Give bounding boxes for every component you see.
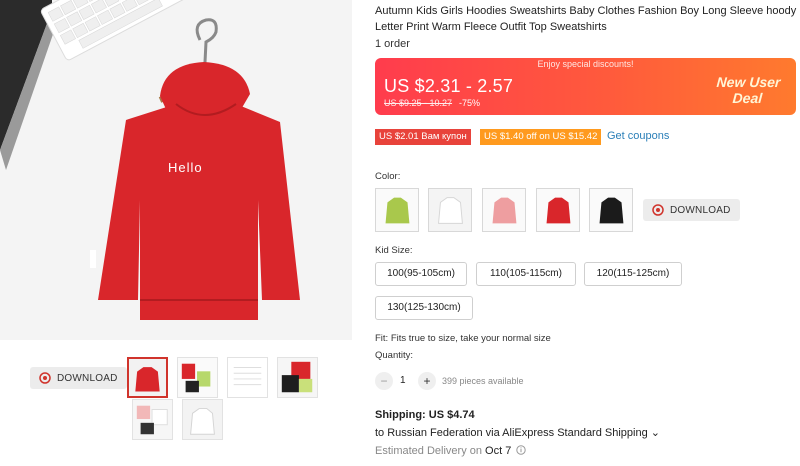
product-photo: Hello (0, 0, 352, 340)
quantity-label: Quantity: (375, 350, 414, 361)
shipping-cost: Shipping: US $4.74 (375, 409, 475, 421)
hoodie-print-text: Hello (168, 160, 203, 175)
size-option-130[interactable]: 130(125-130cm) (375, 296, 473, 320)
download-button[interactable]: DOWNLOAD (30, 367, 127, 389)
badge-line-2: Deal (732, 90, 763, 106)
get-coupons-link[interactable]: Get coupons (607, 130, 669, 142)
price-banner: Enjoy special discounts! US $2.31 - 2.57… (375, 58, 796, 115)
product-title: Autumn Kids Girls Hoodies Sweatshirts Ba… (375, 5, 797, 33)
color-swatch-black[interactable] (589, 188, 633, 232)
thumbnail-3[interactable] (227, 357, 268, 398)
color-swatch-pink[interactable] (482, 188, 526, 232)
download-target-icon (39, 372, 51, 384)
price-range: US $2.31 - 2.57 (384, 76, 514, 96)
coupon-badge-1[interactable]: US $2.01 Вам купон (375, 129, 471, 145)
download-target-icon (652, 204, 664, 216)
color-label: Color: (375, 171, 401, 182)
color-swatch-red[interactable] (536, 188, 580, 232)
size-option-100[interactable]: 100(95-105cm) (375, 262, 467, 286)
quantity-value[interactable]: 1 (400, 375, 406, 386)
color-swatch-green[interactable] (375, 188, 419, 232)
download-label: DOWNLOAD (670, 204, 731, 216)
thumbnail-4[interactable] (277, 357, 318, 398)
order-count: 1 order (375, 38, 410, 50)
quantity-increase-button[interactable]: + (418, 372, 436, 390)
thumbnail-2[interactable] (177, 357, 218, 398)
new-user-deal-badge: New User Deal (698, 68, 796, 112)
quantity-decrease-button[interactable]: − (375, 372, 393, 390)
discount-percent: -75% (459, 98, 481, 108)
thumbnail-5[interactable] (132, 399, 173, 440)
main-product-image[interactable]: Hello (0, 0, 352, 340)
color-swatch-white[interactable] (428, 188, 472, 232)
original-price: US $9.25 - 10.27 (384, 98, 453, 108)
thumbnail-1[interactable] (127, 357, 168, 398)
download-label: DOWNLOAD (57, 372, 118, 384)
size-option-120[interactable]: 120(115-125cm) (584, 262, 682, 286)
shipping-destination-selector[interactable]: to Russian Federation via AliExpress Sta… (375, 426, 660, 439)
size-option-110[interactable]: 110(105-115cm) (476, 262, 576, 286)
estimated-delivery: Estimated Delivery on Oct 7 (375, 445, 527, 457)
pieces-available: 399 pieces available (442, 376, 524, 386)
info-icon[interactable] (516, 445, 527, 455)
thumbnail-6[interactable] (182, 399, 223, 440)
fit-note: Fit: Fits true to size, take your normal… (375, 333, 551, 344)
coupon-badge-2[interactable]: US $1.40 off on US $15.42 (480, 129, 602, 145)
download-button-variant[interactable]: DOWNLOAD (643, 199, 740, 221)
delivery-date: Oct 7 (485, 445, 512, 457)
delivery-prefix: Estimated Delivery on (375, 445, 486, 457)
badge-line-1: New User (716, 74, 782, 90)
size-label: Kid Size: (375, 245, 413, 256)
